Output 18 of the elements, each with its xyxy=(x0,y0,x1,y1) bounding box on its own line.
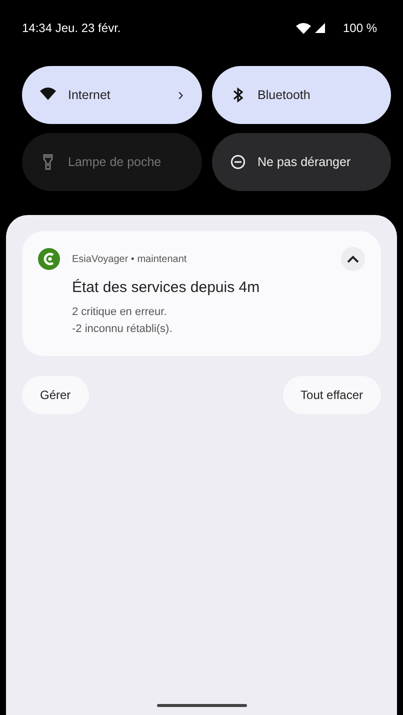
notification-card[interactable]: EsiaVoyager • maintenant État des services depuis 4m 2 critique en erreur. -2 inconnu rétabli(s). xyxy=(22,231,381,356)
signal-icon xyxy=(314,23,325,33)
quick-setting-tile[interactable]: Internet › xyxy=(22,66,202,124)
quick-setting-tile[interactable]: Bluetooth xyxy=(212,66,391,124)
chevron-icon xyxy=(347,255,359,263)
notification-text: 2 critique en erreur. xyxy=(72,305,168,320)
app-icon xyxy=(38,248,60,270)
minus-circle-icon xyxy=(230,154,246,170)
quick-setting-tile[interactable]: Ne pas déranger xyxy=(212,133,391,191)
wifi-icon xyxy=(296,22,311,34)
action-button[interactable]: Tout effacer xyxy=(282,376,381,414)
app-name: EsiaVoyager • maintenant xyxy=(72,254,187,264)
status-time: 14:34 Jeu. 23 févr. xyxy=(22,21,122,35)
notification-text: -2 inconnu rétabli(s). xyxy=(72,322,174,337)
action-button[interactable]: Gérer xyxy=(22,376,89,414)
collapse-button[interactable] xyxy=(341,247,365,271)
notification-title: État des services depuis 4m xyxy=(72,279,261,296)
battery-level: 100 % xyxy=(342,21,377,35)
